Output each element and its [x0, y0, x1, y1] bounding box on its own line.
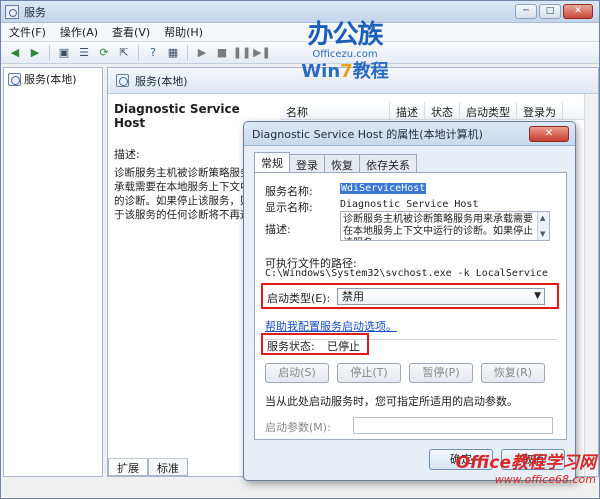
- display-name-label: 显示名称:: [265, 201, 313, 214]
- console-tree-icon[interactable]: ▣: [56, 45, 72, 61]
- office68-watermark: Office教程学习网 www.office68.com: [431, 453, 596, 493]
- resume-button[interactable]: 恢复(R): [481, 363, 545, 383]
- column-log-on-as[interactable]: 登录为: [517, 102, 563, 119]
- back-arrow-icon[interactable]: ◀: [7, 45, 23, 61]
- stop-button[interactable]: 停止(T): [337, 363, 401, 383]
- forward-arrow-icon[interactable]: ▶: [27, 45, 43, 61]
- tab-general[interactable]: 常规: [254, 152, 290, 172]
- menu-view[interactable]: 查看(V): [112, 24, 150, 40]
- service-control-buttons: 启动(S) 停止(T) 暂停(P) 恢复(R): [265, 363, 545, 383]
- window-title: 服务: [24, 5, 46, 19]
- logo-win-suffix: 教程: [352, 61, 389, 82]
- logo-win-prefix: Win: [301, 61, 341, 82]
- tab-logon[interactable]: 登录: [289, 154, 325, 172]
- close-button[interactable]: ✕: [563, 4, 593, 19]
- column-startup-type[interactable]: 启动类型: [460, 102, 517, 119]
- tab-extended[interactable]: 扩展: [108, 459, 148, 476]
- tab-dependencies[interactable]: 依存关系: [359, 154, 417, 172]
- menu-file[interactable]: 文件(F): [9, 24, 46, 40]
- column-name[interactable]: 名称: [280, 102, 390, 119]
- menu-action[interactable]: 操作(A): [60, 24, 98, 40]
- toolbar-separator: [138, 44, 139, 61]
- description-field[interactable]: 诊断服务主机被诊断策略服务用来承载需要在本地服务上下文中运行的诊断。如果停止该服…: [340, 211, 550, 241]
- stop-icon[interactable]: ■: [214, 45, 230, 61]
- dialog-close-button[interactable]: ✕: [529, 126, 569, 142]
- restart-icon[interactable]: ▶❚: [253, 45, 271, 61]
- start-params-label: 启动参数(M):: [265, 421, 331, 434]
- watermark-site-url: www.office68.com: [494, 473, 596, 486]
- maximize-button[interactable]: □: [539, 4, 561, 19]
- services-node-icon: [8, 72, 21, 86]
- service-name-value[interactable]: WdiServiceHost: [340, 183, 427, 194]
- help-configure-link[interactable]: 帮助我配置服务启动选项。: [265, 318, 397, 334]
- start-params-input[interactable]: [353, 417, 553, 434]
- properties-dialog: Diagnostic Service Host 的属性(本地计算机) ✕ 常规 …: [243, 121, 576, 481]
- start-button[interactable]: 启动(S): [265, 363, 329, 383]
- service-status-value: 已停止: [327, 340, 360, 353]
- menu-help[interactable]: 帮助(H): [164, 24, 203, 40]
- watermark-site-name: Office教程学习网: [455, 453, 596, 473]
- description-scrollbar[interactable]: [537, 212, 549, 240]
- console-tree: 服务(本地): [3, 67, 103, 477]
- service-name-label: 服务名称:: [265, 185, 313, 198]
- pause-icon[interactable]: ❚❚: [233, 45, 251, 61]
- service-status-label: 服务状态:: [267, 340, 315, 353]
- startup-type-label: 启动类型(E):: [267, 292, 331, 305]
- properties-icon[interactable]: ▦: [165, 45, 181, 61]
- start-params-hint: 当从此处启动服务时，您可指定所适用的启动参数。: [265, 395, 518, 408]
- exec-path-value: C:\Windows\System32\svchost.exe -k Local…: [265, 268, 548, 279]
- tab-standard[interactable]: 标准: [148, 459, 188, 476]
- vertical-scrollbar[interactable]: [584, 94, 598, 476]
- description-field-label: 描述:: [265, 223, 291, 236]
- list-view-icon[interactable]: ☰: [76, 45, 92, 61]
- column-status[interactable]: 状态: [425, 102, 460, 119]
- display-name-value[interactable]: Diagnostic Service Host: [340, 199, 478, 210]
- description-field-text: 诊断服务主机被诊断策略服务用来承载需要在本地服务上下文中运行的诊断。如果停止该服…: [343, 214, 533, 240]
- officezu-logo: 办公族 Officezu.com Win7教程: [295, 21, 395, 93]
- tree-item-services-local[interactable]: 服务(本地): [4, 68, 102, 90]
- pause-button[interactable]: 暂停(P): [409, 363, 473, 383]
- service-list-header: 名称 描述 状态 启动类型 登录为: [280, 102, 598, 120]
- refresh-icon[interactable]: ⟳: [96, 45, 112, 61]
- logo-url-text: Officezu.com: [312, 49, 378, 60]
- logo-win7-text: Win7教程: [295, 61, 395, 83]
- chevron-down-icon: ▼: [534, 291, 541, 301]
- tab-recovery[interactable]: 恢复: [324, 154, 360, 172]
- dialog-title: Diagnostic Service Host 的属性(本地计算机): [252, 127, 483, 141]
- tree-item-label: 服务(本地): [24, 73, 77, 86]
- pane-title: 服务(本地): [135, 74, 188, 88]
- startup-type-value: 禁用: [342, 290, 364, 303]
- services-node-icon: [116, 74, 129, 87]
- window-controls: ─ □ ✕: [515, 4, 593, 19]
- general-tab-panel: 服务名称: WdiServiceHost 显示名称: Diagnostic Se…: [254, 172, 567, 440]
- export-icon[interactable]: ⇱: [116, 45, 132, 61]
- view-tabs: 扩展 标准: [108, 458, 188, 476]
- dialog-titlebar[interactable]: Diagnostic Service Host 的属性(本地计算机): [244, 122, 575, 146]
- services-app-icon: [5, 4, 19, 19]
- window-titlebar[interactable]: 服务 ─ □ ✕: [1, 1, 599, 23]
- startup-type-select[interactable]: 禁用 ▼: [337, 288, 545, 305]
- column-description[interactable]: 描述: [390, 102, 425, 119]
- logo-chinese-text: 办公族: [307, 20, 383, 50]
- help-icon[interactable]: ?: [145, 45, 161, 61]
- toolbar-separator: [49, 44, 50, 61]
- toolbar-separator: [187, 44, 188, 61]
- dialog-tabs: 常规 登录 恢复 依存关系: [254, 152, 417, 172]
- logo-win-seven: 7: [340, 61, 353, 82]
- minimize-button[interactable]: ─: [515, 4, 537, 19]
- play-icon[interactable]: ▶: [194, 45, 210, 61]
